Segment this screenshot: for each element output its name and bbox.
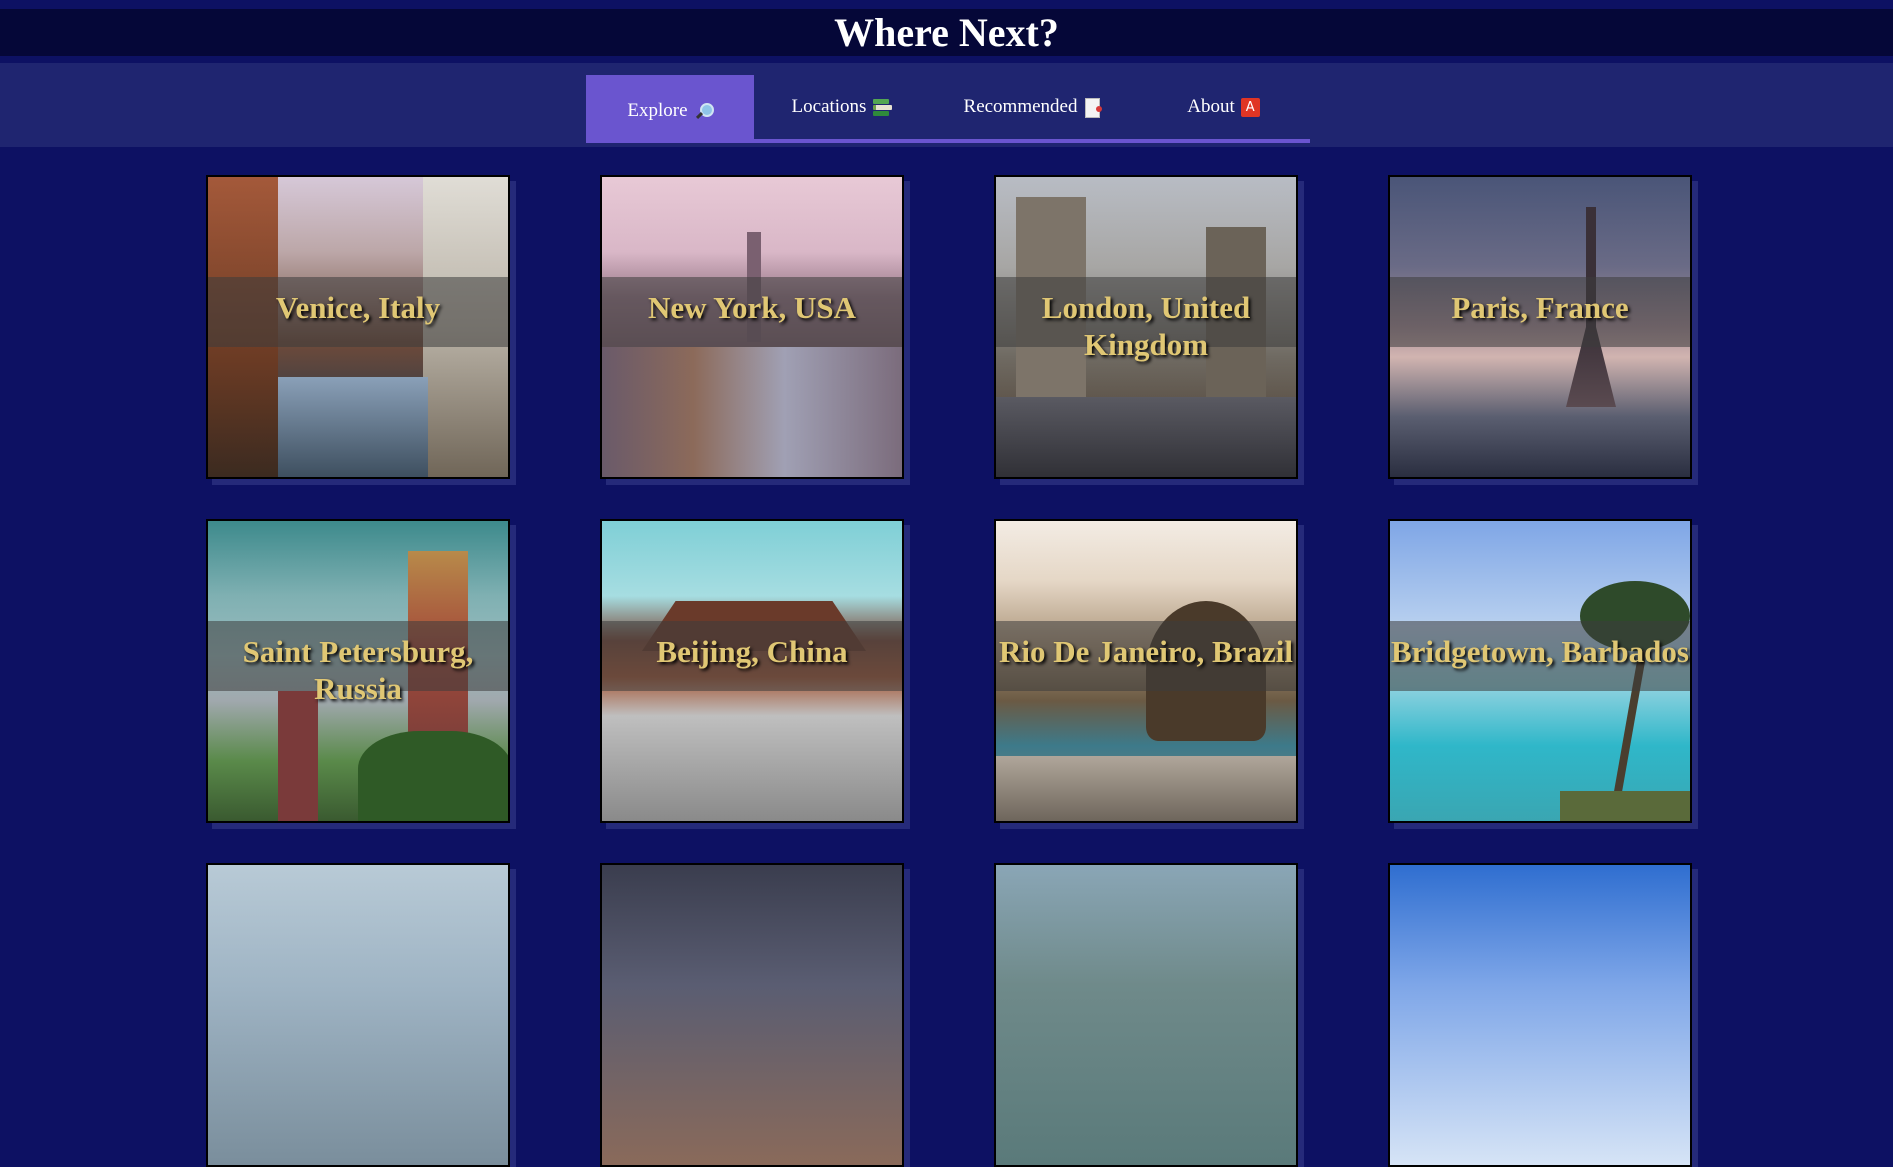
destination-name: New York, USA	[647, 290, 857, 325]
card-bridgetown[interactable]: Bridgetown, Barbados	[1388, 519, 1692, 823]
card-new-york[interactable]: New York, USA	[600, 175, 904, 479]
card-venice[interactable]: Venice, Italy	[206, 175, 510, 479]
document-icon	[1083, 97, 1103, 118]
destination-name: Bridgetown, Barbados	[1391, 634, 1689, 669]
tab-explore-label: Explore	[627, 100, 688, 121]
card-blue-sky[interactable]	[1388, 863, 1692, 1167]
card-harbor[interactable]	[994, 863, 1298, 1167]
tab-recommended-label: Recommended	[963, 96, 1078, 117]
destination-name: Venice, Italy	[275, 290, 441, 325]
magnifier-icon	[694, 102, 714, 121]
tab-recommended[interactable]: Recommended	[929, 75, 1137, 139]
card-london[interactable]: London, United Kingdom	[994, 175, 1298, 479]
tab-about-label: About	[1187, 96, 1235, 117]
tab-locations-label: Locations	[791, 96, 867, 117]
destination-name: Paris, France	[1451, 290, 1629, 325]
top-strip	[0, 0, 1893, 9]
page-header: Where Next?	[0, 9, 1893, 56]
header-gap	[0, 56, 1893, 63]
card-coastline[interactable]	[206, 863, 510, 1167]
tab-locations[interactable]: Locations	[754, 75, 929, 139]
page-title: Where Next?	[834, 10, 1059, 55]
destination-name: Saint Petersburg, Russia	[242, 634, 474, 706]
card-saint-petersburg[interactable]: Saint Petersburg, Russia	[206, 519, 510, 823]
destination-name: London, United Kingdom	[1041, 290, 1251, 362]
tab-about[interactable]: About A	[1137, 75, 1310, 139]
card-beijing[interactable]: Beijing, China	[600, 519, 904, 823]
destination-name: Rio De Janeiro, Brazil	[999, 634, 1293, 669]
card-city-night[interactable]	[600, 863, 904, 1167]
card-paris[interactable]: Paris, France	[1388, 175, 1692, 479]
tab-explore[interactable]: Explore	[586, 75, 754, 139]
tab-bar: Explore Locations Recommended About A	[586, 75, 1310, 143]
books-icon	[872, 98, 893, 117]
destination-name: Beijing, China	[656, 634, 848, 669]
card-rio[interactable]: Rio De Janeiro, Brazil	[994, 519, 1298, 823]
a-badge-icon: A	[1240, 97, 1260, 117]
